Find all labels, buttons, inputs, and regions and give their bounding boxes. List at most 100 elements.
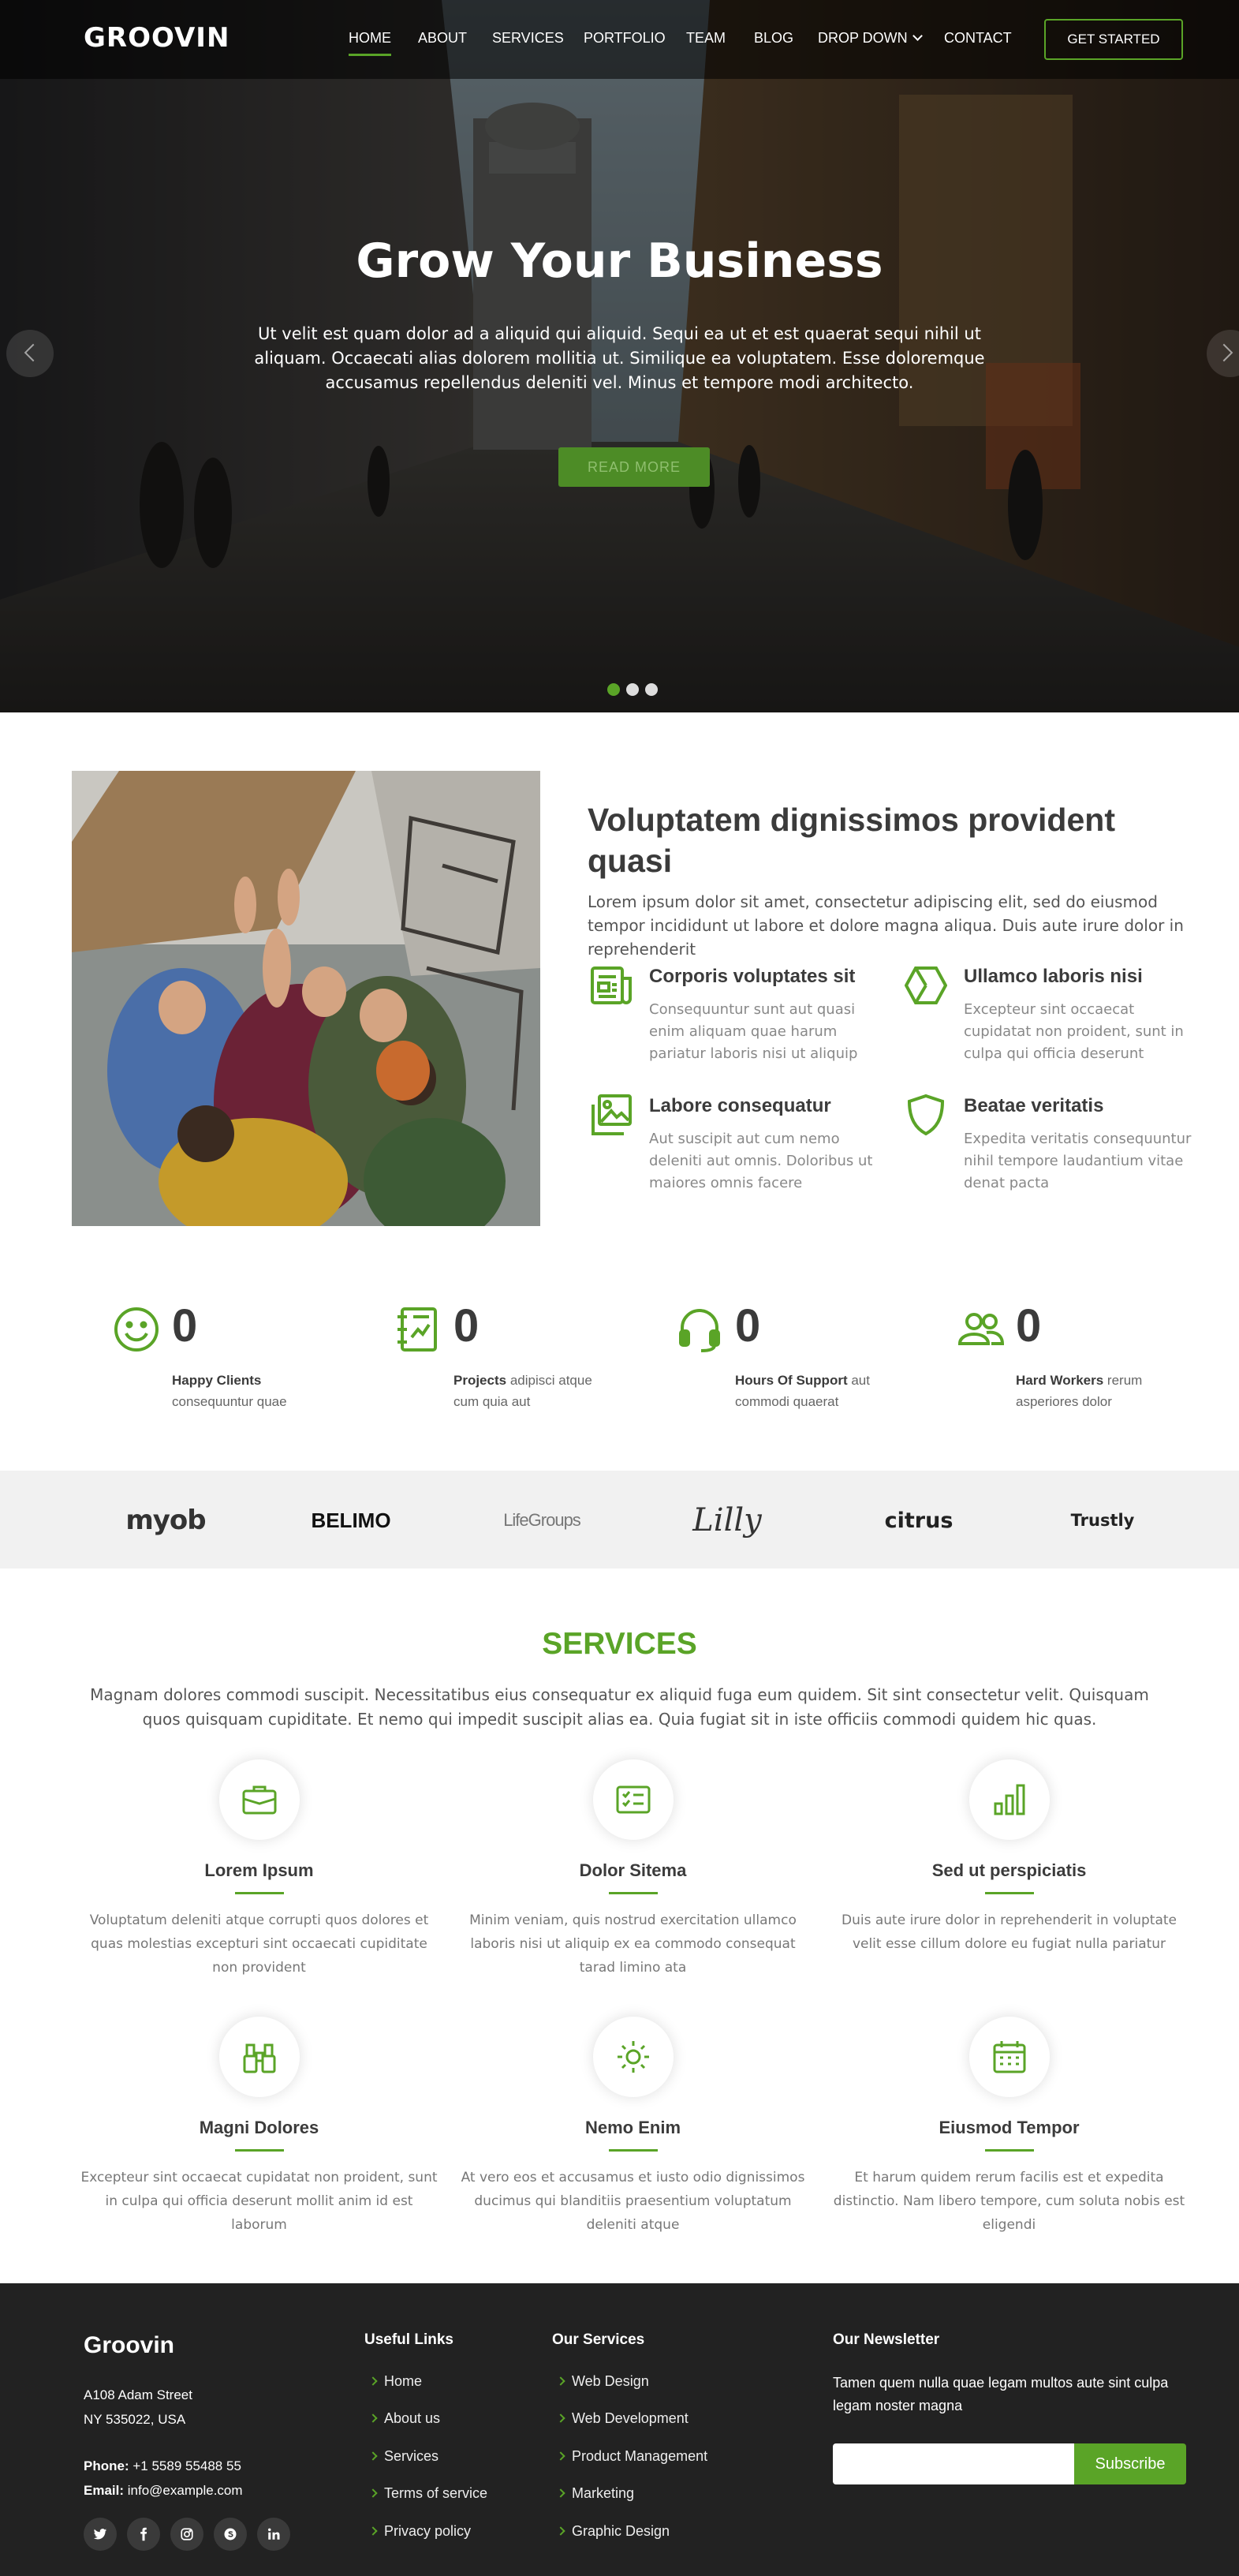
twitter-link[interactable] — [84, 2518, 117, 2551]
carousel-dot-2[interactable] — [626, 683, 639, 696]
images-icon — [592, 1094, 632, 1135]
count-item: 0 Projects adipisci atque cum quia aut — [394, 1300, 647, 1424]
nav-services[interactable]: SERVICES — [492, 30, 564, 47]
footer-link-home[interactable]: Home — [384, 2373, 422, 2390]
headset-icon — [679, 1309, 720, 1352]
subscribe-button[interactable]: Subscribe — [1074, 2443, 1186, 2484]
footer-service-graphic-design[interactable]: Graphic Design — [572, 2523, 670, 2540]
site-footer: Groovin A108 Adam Street NY 535022, USA … — [0, 2283, 1239, 2576]
carousel-indicators — [607, 683, 658, 696]
footer-service-product-management[interactable]: Product Management — [572, 2448, 707, 2465]
feature-text: Aut suscipit aut cum nemo deleniti aut o… — [649, 1131, 873, 1191]
useful-links-title: Useful Links — [364, 2331, 453, 2348]
newsletter-email-input[interactable] — [833, 2443, 1074, 2484]
nav-home[interactable]: HOME — [349, 30, 391, 56]
footer-service-web-design[interactable]: Web Design — [572, 2373, 649, 2390]
service-icon-wrap — [969, 2017, 1050, 2097]
nav-blog[interactable]: BLOG — [754, 30, 793, 47]
about-team-image — [72, 771, 540, 1226]
nav-team[interactable]: TEAM — [686, 30, 726, 47]
service-title[interactable]: Nemo Enim — [453, 2118, 812, 2138]
footer-link-terms[interactable]: Terms of service — [384, 2485, 487, 2502]
service-icon-wrap — [969, 1759, 1050, 1840]
nav-portfolio[interactable]: PORTFOLIO — [584, 30, 666, 47]
footer-address: A108 Adam Street NY 535022, USA — [84, 2383, 192, 2432]
footer-link-privacy[interactable]: Privacy policy — [384, 2523, 471, 2540]
service-title[interactable]: Lorem Ipsum — [80, 1860, 439, 1881]
service-divider — [609, 2149, 658, 2152]
footer-address-line: A108 Adam Street — [84, 2387, 192, 2402]
service-text: Voluptatum deleniti atque corrupti quos … — [89, 1912, 429, 1976]
footer-link-services[interactable]: Services — [384, 2448, 439, 2465]
newsletter-title: Our Newsletter — [833, 2331, 940, 2348]
client-logo-belimo: BELIMO — [311, 1508, 391, 1532]
footer-link-about[interactable]: About us — [384, 2410, 440, 2427]
count-value: 0 — [453, 1300, 480, 1352]
chevron-left-icon — [24, 343, 43, 362]
chevron-right-icon — [1215, 343, 1233, 362]
services-title: SERVICES — [542, 1627, 697, 1661]
service-divider — [235, 1892, 284, 1894]
facebook-icon — [140, 2527, 147, 2541]
count-item: 0 Hard Workers rerum asperiores dolor — [957, 1300, 1209, 1424]
count-label: Hours Of Support — [735, 1373, 848, 1388]
service-title[interactable]: Sed ut perspiciatis — [830, 1860, 1189, 1881]
feature-title: Beatae veritatis — [964, 1095, 1104, 1116]
calendar-icon — [993, 2041, 1026, 2073]
feature-title: Labore consequatur — [649, 1095, 831, 1116]
services-subtitle: Magnam dolores commodi suscipit. Necessi… — [90, 1685, 1149, 1729]
service-title[interactable]: Dolor Sitema — [453, 1860, 812, 1881]
brightness-icon — [618, 2041, 649, 2073]
feature-text: Excepteur sint occaecat cupidatat non pr… — [964, 1001, 1184, 1062]
phone-value[interactable]: +1 5589 55488 55 — [132, 2458, 241, 2473]
about-title: Voluptatem dignissimos provident quasi — [588, 802, 1115, 879]
get-started-button[interactable]: GET STARTED — [1044, 19, 1183, 60]
shield-icon — [907, 1094, 945, 1136]
service-title[interactable]: Eiusmod Tempor — [830, 2118, 1189, 2138]
feature-text: Consequuntur sunt aut quasi enim aliquam… — [649, 1001, 858, 1062]
phone-label: Phone: — [84, 2458, 129, 2473]
footer-email: Email: info@example.com — [84, 2478, 243, 2503]
cube-icon — [905, 966, 947, 1004]
carousel-dot-3[interactable] — [645, 683, 658, 696]
nav-dropdown[interactable]: DROP DOWN — [818, 30, 923, 47]
count-text: Projects adipisci atque cum quia aut — [453, 1370, 619, 1412]
service-title[interactable]: Magni Dolores — [80, 2118, 439, 2138]
service-icon-wrap — [219, 1759, 300, 1840]
carousel-prev-button[interactable] — [6, 330, 54, 377]
count-item: 0 Hours Of Support aut commodi quaerat — [676, 1300, 928, 1424]
nav-about[interactable]: ABOUT — [418, 30, 467, 47]
linkedin-link[interactable] — [257, 2518, 290, 2551]
footer-service-web-development[interactable]: Web Development — [572, 2410, 689, 2427]
footer-service-marketing[interactable]: Marketing — [572, 2485, 634, 2502]
count-value: 0 — [172, 1300, 198, 1352]
twitter-icon — [93, 2529, 107, 2540]
feature-title: Ullamco laboris nisi — [964, 966, 1143, 987]
instagram-link[interactable] — [170, 2518, 203, 2551]
our-services-title: Our Services — [552, 2331, 645, 2348]
count-label: Hard Workers — [1016, 1373, 1104, 1388]
site-header: GROOVIN HOME ABOUT SERVICES PORTFOLIO TE… — [0, 0, 1239, 79]
count-text: Hard Workers rerum asperiores dolor — [1016, 1370, 1181, 1412]
feature-text: Expedita veritatis consequuntur nihil te… — [964, 1131, 1192, 1191]
count-desc: consequuntur quae — [172, 1394, 287, 1409]
skype-link[interactable] — [214, 2518, 247, 2551]
instagram-icon — [181, 2528, 193, 2540]
email-value[interactable]: info@example.com — [128, 2483, 243, 2498]
clients-strip: myob BELIMO LifeGroups Lilly citrus Trus… — [0, 1471, 1239, 1568]
nav-contact[interactable]: CONTACT — [944, 30, 1012, 47]
receipt-icon — [591, 966, 632, 1004]
site-logo[interactable]: GROOVIN — [84, 22, 230, 54]
facebook-link[interactable] — [127, 2518, 160, 2551]
newsletter-text: Tamen quem nulla quae legam multos aute … — [833, 2375, 1169, 2413]
read-more-button[interactable]: READ MORE — [558, 447, 710, 487]
linkedin-icon — [268, 2528, 280, 2540]
service-divider — [985, 2149, 1034, 2152]
carousel-dot-1[interactable] — [607, 683, 620, 696]
service-icon-wrap — [593, 2017, 674, 2097]
service-divider — [609, 1892, 658, 1894]
bar-chart-icon — [994, 1784, 1025, 1815]
people-icon — [957, 1313, 1004, 1345]
client-logo-trustly: Trustly — [1070, 1511, 1135, 1530]
about-text: Lorem ipsum dolor sit amet, consectetur … — [588, 892, 1184, 959]
